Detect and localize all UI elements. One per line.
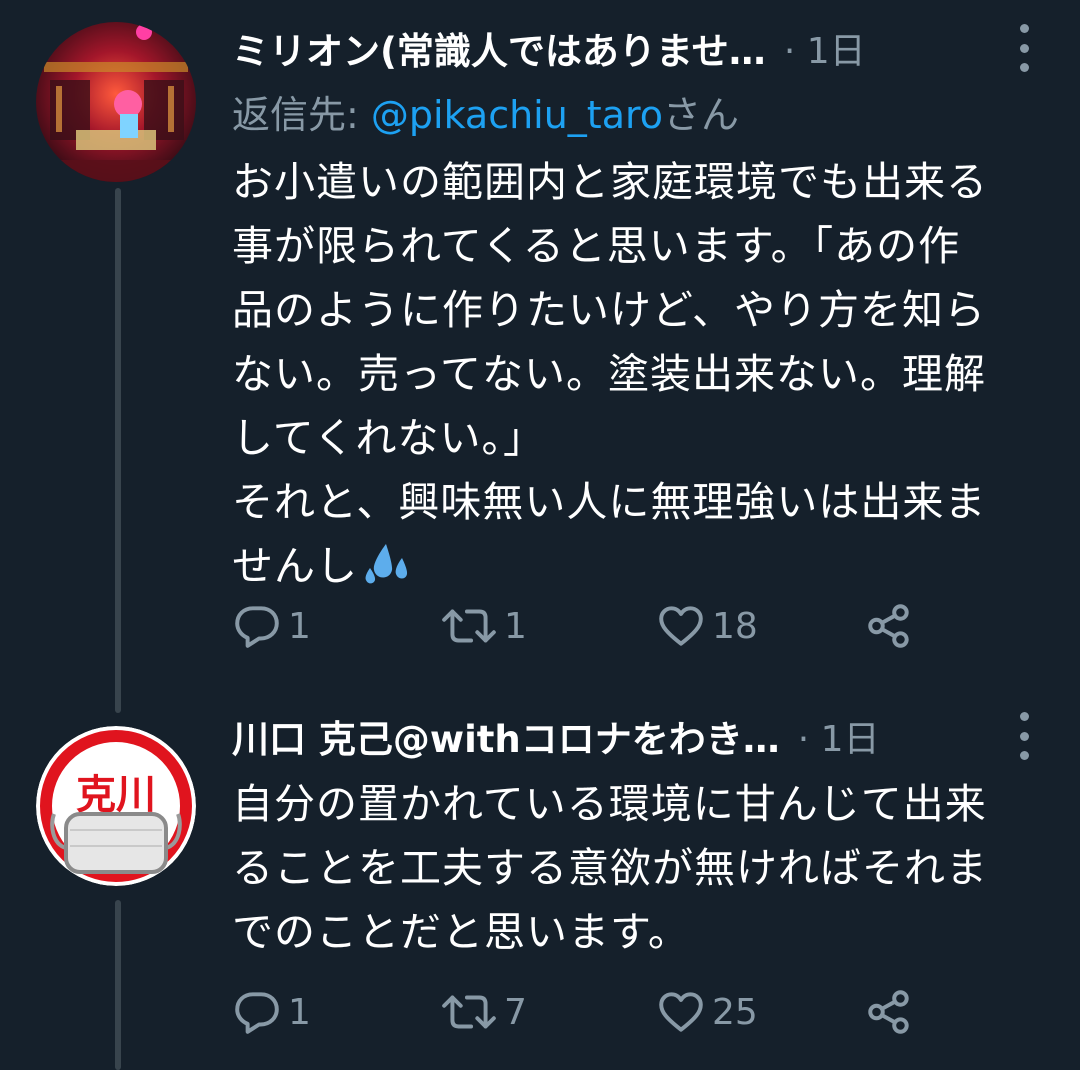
retweet-count: 1 bbox=[504, 605, 527, 647]
tweet[interactable]: 克川 川口 克己@withコロナをわき… · 1日 自分の置かれている環境に甘ん… bbox=[0, 690, 1080, 1070]
share-button[interactable] bbox=[864, 982, 914, 1042]
retweet-button[interactable]: 1 bbox=[440, 596, 527, 656]
speech-bubble-icon bbox=[235, 992, 279, 1034]
retweet-arrows-icon bbox=[442, 609, 496, 643]
timestamp[interactable]: · 1日 bbox=[798, 710, 880, 762]
share-nodes-icon bbox=[868, 604, 909, 648]
replying-to-suffix: さん bbox=[663, 93, 740, 137]
avatar-logo-text: 克川 bbox=[76, 772, 156, 818]
share-nodes-icon bbox=[868, 990, 909, 1034]
like-button[interactable]: 25 bbox=[656, 982, 758, 1042]
share-button[interactable] bbox=[864, 596, 914, 656]
reply-mention-link[interactable]: @pikachiu_taro bbox=[371, 93, 663, 137]
tweet[interactable]: ミリオン(常識人ではありませ… · 1日 返信先: @pikachiu_taro… bbox=[0, 0, 1080, 713]
retweet-button[interactable]: 7 bbox=[440, 982, 527, 1042]
like-count: 18 bbox=[712, 605, 758, 647]
reply-count: 1 bbox=[288, 605, 311, 647]
retweet-arrows-icon bbox=[442, 995, 496, 1029]
avatar[interactable]: 克川 bbox=[36, 726, 196, 886]
tweet-actions: 1 7 25 bbox=[232, 982, 992, 1042]
heart-icon bbox=[659, 992, 703, 1032]
reply-button[interactable]: 1 bbox=[232, 982, 311, 1042]
reply-count: 1 bbox=[288, 991, 311, 1033]
tweet-header: 川口 克己@withコロナをわき… · 1日 bbox=[232, 706, 1040, 766]
tweet-text-content: 自分の置かれている環境に甘んじて出来 ることを工夫する意欲が無ければそれま での… bbox=[232, 780, 988, 956]
speech-bubble-icon bbox=[235, 606, 279, 648]
timestamp[interactable]: · 1日 bbox=[784, 22, 866, 74]
retweet-count: 7 bbox=[504, 991, 527, 1033]
heart-icon bbox=[659, 606, 703, 646]
thread-line bbox=[115, 900, 121, 1070]
sweat-droplets-icon bbox=[362, 540, 410, 604]
display-name[interactable]: ミリオン(常識人ではありませ… bbox=[232, 21, 766, 75]
tweet-text-content: お小遣いの範囲内と家庭環境でも出来る 事が限られてくると思います。「あの作 品の… bbox=[232, 158, 988, 590]
like-count: 25 bbox=[712, 991, 758, 1033]
tweet-header: ミリオン(常識人ではありませ… · 1日 bbox=[232, 18, 1040, 78]
tweet-text: 自分の置かれている環境に甘んじて出来 ることを工夫する意欲が無ければそれま での… bbox=[232, 772, 1052, 964]
replying-to-label: 返信先: bbox=[232, 93, 371, 137]
avatar-image: 克川 bbox=[36, 726, 196, 886]
replying-to: 返信先: @pikachiu_taroさん bbox=[232, 84, 739, 139]
tweet-text: お小遣いの範囲内と家庭環境でも出来る 事が限られてくると思います。「あの作 品の… bbox=[232, 150, 1052, 604]
reply-button[interactable]: 1 bbox=[232, 596, 311, 656]
like-button[interactable]: 18 bbox=[656, 596, 758, 656]
avatar[interactable] bbox=[36, 22, 196, 182]
display-name[interactable]: 川口 克己@withコロナをわき… bbox=[232, 709, 780, 763]
thread-line bbox=[115, 188, 121, 713]
more-options-icon[interactable] bbox=[1010, 712, 1038, 760]
avatar-image bbox=[36, 22, 196, 182]
more-options-icon[interactable] bbox=[1010, 24, 1038, 72]
tweet-actions: 1 1 18 bbox=[232, 596, 992, 656]
